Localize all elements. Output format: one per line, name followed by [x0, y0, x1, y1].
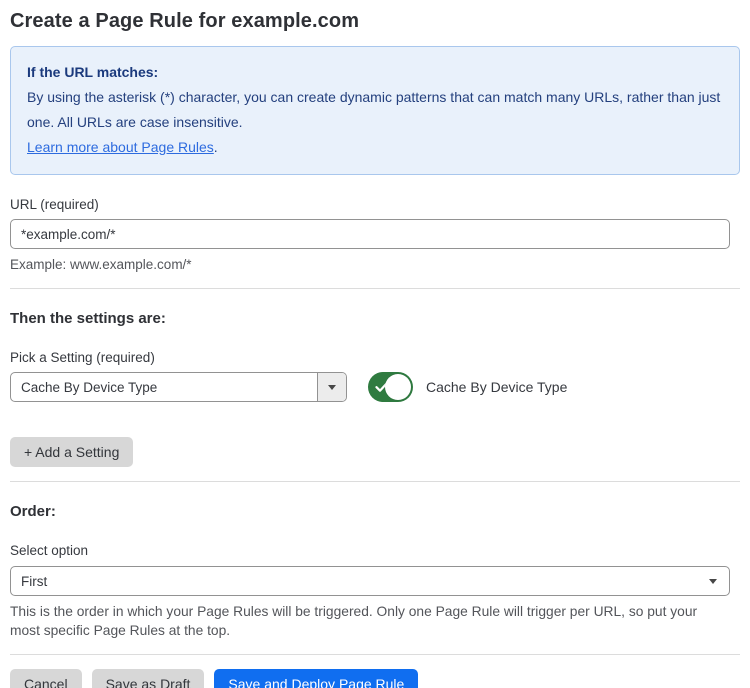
- setting-select-value: Cache By Device Type: [11, 373, 317, 401]
- create-page-rule-form: Create a Page Rule for example.com If th…: [0, 0, 750, 688]
- cancel-button[interactable]: Cancel: [10, 669, 82, 688]
- footer-actions: Cancel Save as Draft Save and Deploy Pag…: [10, 669, 740, 688]
- info-box-link-row: Learn more about Page Rules.: [27, 135, 723, 160]
- url-match-info-box: If the URL matches: By using the asteris…: [10, 46, 740, 175]
- pick-setting-label: Pick a Setting (required): [10, 349, 740, 366]
- toggle-knob: [385, 374, 411, 400]
- url-field-label: URL (required): [10, 196, 740, 213]
- add-setting-button[interactable]: + Add a Setting: [10, 437, 133, 467]
- order-section-heading: Order:: [10, 502, 740, 521]
- save-as-draft-button[interactable]: Save as Draft: [92, 669, 205, 688]
- page-title: Create a Page Rule for example.com: [10, 8, 740, 34]
- url-input[interactable]: [10, 219, 730, 249]
- url-example-helper: Example: www.example.com/*: [10, 256, 740, 274]
- link-period: .: [214, 139, 218, 155]
- chevron-down-icon: [328, 385, 336, 390]
- order-select[interactable]: First: [10, 566, 730, 596]
- divider: [10, 288, 740, 289]
- settings-section-heading: Then the settings are:: [10, 309, 740, 328]
- setting-row: Cache By Device Type Cache By Device Typ…: [10, 372, 740, 402]
- info-box-body: By using the asterisk (*) character, you…: [27, 85, 723, 135]
- divider: [10, 481, 740, 482]
- info-box-heading: If the URL matches:: [27, 60, 723, 85]
- order-select-value: First: [21, 574, 709, 589]
- setting-select[interactable]: Cache By Device Type: [10, 372, 347, 402]
- chevron-down-icon: [709, 579, 717, 584]
- select-option-label: Select option: [10, 542, 740, 559]
- cache-by-device-type-toggle[interactable]: [368, 372, 413, 402]
- save-and-deploy-button[interactable]: Save and Deploy Page Rule: [214, 669, 418, 688]
- setting-select-arrow-button[interactable]: [317, 373, 346, 401]
- info-box-body-text: By using the asterisk (*) character, you…: [27, 89, 720, 130]
- toggle-label: Cache By Device Type: [426, 379, 567, 395]
- order-helper-text: This is the order in which your Page Rul…: [10, 602, 722, 640]
- divider: [10, 654, 740, 655]
- learn-more-link[interactable]: Learn more about Page Rules: [27, 139, 214, 155]
